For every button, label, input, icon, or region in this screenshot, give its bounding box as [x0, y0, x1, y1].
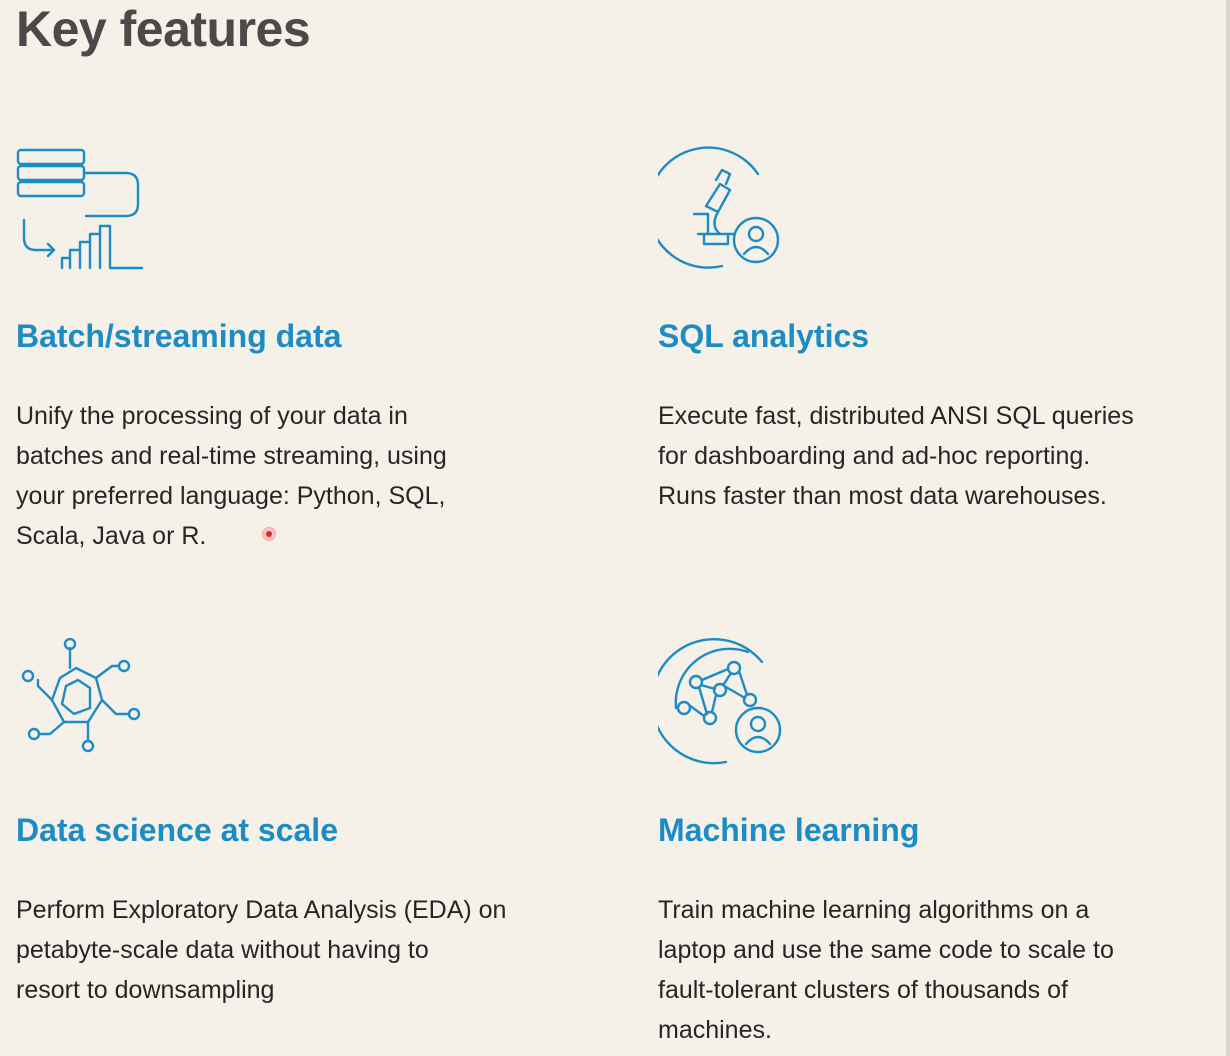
cursor-highlight-dot	[263, 528, 275, 540]
feature-description-line: petabyte-scale data without having to	[16, 936, 429, 964]
feature-description-line: for dashboarding and ad-hoc reporting.	[658, 442, 1091, 470]
feature-description-line: Train machine learning algorithms on a	[658, 896, 1090, 924]
feature-description-line: fault-tolerant clusters of thousands of	[658, 976, 1068, 1004]
feature-title: SQL analytics	[658, 318, 870, 354]
feature-description-line: Unify the processing of your data in	[16, 402, 408, 430]
feature-description: Execute fast, distributed ANSI SQL queri…	[658, 396, 1218, 516]
sql-analytics-icon	[658, 144, 788, 274]
window-edge	[1226, 0, 1230, 1056]
feature-description-line: your preferred language: Python, SQL,	[16, 482, 446, 510]
feature-title: Data science at scale	[16, 812, 338, 848]
feature-description-line: resort to downsampling	[16, 976, 275, 1004]
batch-streaming-icon	[16, 144, 146, 274]
feature-description: Train machine learning algorithms on a l…	[658, 890, 1228, 1050]
feature-description-line: Execute fast, distributed ANSI SQL queri…	[658, 402, 1134, 430]
feature-description-line: Perform Exploratory Data Analysis (EDA) …	[16, 896, 507, 924]
feature-description-line: Scala, Java or R.	[16, 522, 207, 550]
feature-description-line: batches and real-time streaming, using	[16, 442, 447, 470]
feature-title: Batch/streaming data	[16, 318, 342, 354]
machine-learning-icon	[658, 638, 788, 768]
feature-description: Perform Exploratory Data Analysis (EDA) …	[16, 890, 586, 1010]
data-science-icon	[16, 638, 146, 768]
feature-description-line: laptop and use the same code to scale to	[658, 936, 1114, 964]
feature-description-line: Runs faster than most data warehouses.	[658, 482, 1107, 510]
page-title: Key features	[16, 1, 311, 57]
feature-title: Machine learning	[658, 812, 920, 848]
feature-description-line: machines.	[658, 1016, 772, 1044]
feature-description: Unify the processing of your data in bat…	[16, 396, 586, 556]
page: Key features Batch/streaming data Unify …	[0, 0, 1230, 1056]
